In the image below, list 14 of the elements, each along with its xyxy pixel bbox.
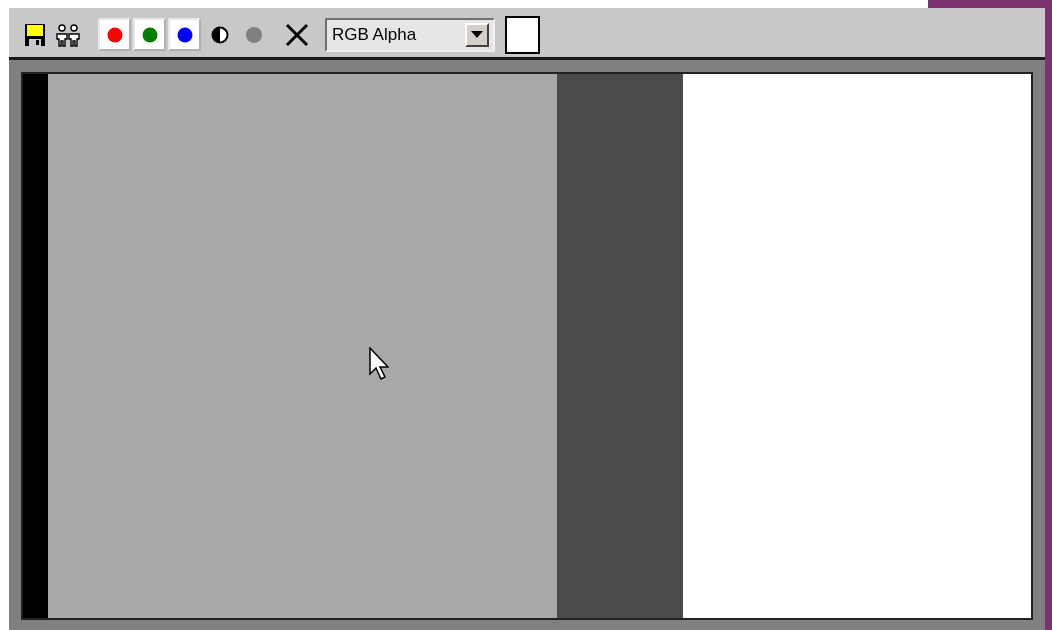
channel-toggle[interactable]: [133, 18, 166, 51]
contrast-icon[interactable]: [211, 25, 229, 44]
color-swatch[interactable]: [505, 15, 540, 54]
people-icon[interactable]: [54, 22, 82, 47]
display-mode-dropdown[interactable]: RGB Alpha: [325, 17, 495, 52]
channel-toggle[interactable]: [98, 18, 131, 51]
dropdown-button[interactable]: [465, 22, 489, 47]
close-icon[interactable]: [285, 22, 309, 47]
dropdown-value: RGB Alpha: [332, 23, 417, 46]
mouse-pointer-icon: [369, 347, 389, 381]
alpha-dot-icon[interactable]: [245, 25, 263, 44]
caret-icon: [471, 31, 483, 38]
channel-toggle[interactable]: [168, 18, 201, 51]
save-icon[interactable]: [24, 22, 46, 47]
